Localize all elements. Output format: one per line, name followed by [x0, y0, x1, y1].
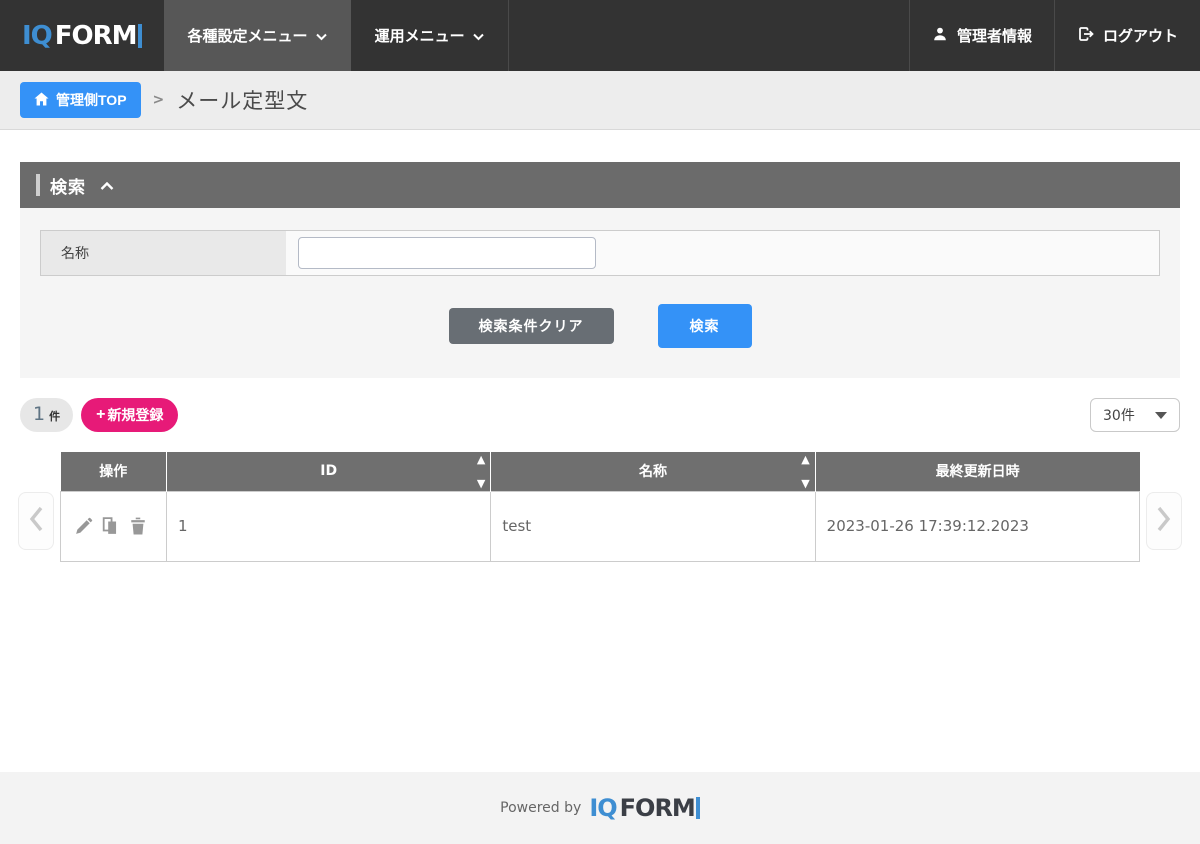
nav-spacer — [509, 0, 909, 71]
breadcrumb-separator: > — [153, 92, 165, 108]
clear-search-button[interactable]: 検索条件クリア — [449, 308, 614, 344]
footer-logo-iq: IQ — [589, 794, 616, 822]
table-header-row: 操作 ID ▲ ▼ 名称 ▲ ▼ — [61, 452, 1140, 491]
row-updated-cell: 2023-01-26 17:39:12.2023 — [815, 491, 1139, 561]
breadcrumb-home-label: 管理側TOP — [56, 90, 127, 110]
name-search-input[interactable] — [298, 237, 596, 269]
chevron-up-icon — [96, 176, 114, 195]
delete-icon[interactable] — [129, 517, 147, 535]
sort-arrows-name[interactable]: ▲ ▼ — [801, 454, 809, 489]
row-name-cell: test — [491, 491, 815, 561]
search-panel: 検索 名称 検索条件クリア 検索 — [20, 162, 1180, 378]
copy-icon[interactable] — [102, 517, 120, 535]
result-count-unit: 件 — [49, 408, 60, 424]
nav-menu-operation[interactable]: 運用メニュー — [351, 0, 509, 71]
breadcrumb: 管理側TOP > メール定型文 — [0, 71, 1200, 130]
sort-desc-icon: ▼ — [801, 478, 809, 489]
nav-menu-operation-label: 運用メニュー — [375, 25, 465, 46]
search-panel-body: 名称 検索条件クリア 検索 — [20, 208, 1180, 378]
caret-down-icon — [1155, 412, 1167, 419]
next-page-button[interactable] — [1146, 492, 1182, 550]
table-zone: 操作 ID ▲ ▼ 名称 ▲ ▼ — [20, 452, 1180, 562]
main-content: 検索 名称 検索条件クリア 検索 1 件 + 新規登録 — [0, 130, 1200, 562]
logout-label: ログアウト — [1103, 25, 1178, 46]
chevron-right-icon — [1157, 506, 1171, 536]
column-header-updated: 最終更新日時 — [815, 452, 1139, 491]
column-header-operations: 操作 — [61, 452, 167, 491]
column-header-name[interactable]: 名称 ▲ ▼ — [491, 452, 815, 491]
logo-accent-bar — [138, 24, 142, 48]
page-footer: Powered by IQFORM — [0, 772, 1200, 844]
column-header-name-label: 名称 — [639, 464, 667, 480]
plus-icon: + — [96, 406, 105, 424]
breadcrumb-home-button[interactable]: 管理側TOP — [20, 82, 141, 118]
edit-icon[interactable] — [75, 517, 93, 535]
page-size-value: 30件 — [1103, 405, 1135, 425]
prev-page-button[interactable] — [18, 492, 54, 550]
sort-desc-icon: ▼ — [477, 478, 485, 489]
new-record-label: 新規登録 — [107, 405, 163, 425]
sort-asc-icon: ▲ — [477, 454, 485, 465]
row-id-cell: 1 — [167, 491, 491, 561]
panel-accent-bar — [36, 174, 40, 196]
result-count-value: 1 — [33, 403, 45, 425]
admin-info-button[interactable]: 管理者情報 — [909, 0, 1054, 71]
chevron-down-icon — [473, 27, 484, 45]
records-table: 操作 ID ▲ ▼ 名称 ▲ ▼ — [60, 452, 1140, 562]
name-field-label: 名称 — [41, 231, 286, 275]
app-logo[interactable]: IQFORM — [0, 0, 164, 71]
column-header-id-label: ID — [320, 463, 337, 479]
search-buttons-row: 検索条件クリア 検索 — [40, 304, 1160, 348]
sort-asc-icon: ▲ — [801, 454, 809, 465]
top-navbar: IQFORM 各種設定メニュー 運用メニュー 管理者情報 ログアウト — [0, 0, 1200, 71]
admin-info-label: 管理者情報 — [957, 25, 1032, 46]
logout-button[interactable]: ログアウト — [1054, 0, 1200, 71]
column-header-id[interactable]: ID ▲ ▼ — [167, 452, 491, 491]
user-icon — [932, 26, 948, 46]
logo-iq-text: IQ — [22, 21, 52, 51]
logout-icon — [1077, 26, 1094, 46]
nav-menu-settings-label: 各種設定メニュー — [188, 25, 308, 46]
search-panel-header[interactable]: 検索 — [20, 162, 1180, 208]
search-panel-title: 検索 — [50, 173, 86, 198]
table-row: 1 test 2023-01-26 17:39:12.2023 — [61, 491, 1140, 561]
page-title: メール定型文 — [176, 85, 308, 115]
row-operations-cell — [61, 491, 167, 561]
home-icon — [34, 92, 49, 109]
chevron-left-icon — [29, 506, 43, 536]
name-field-cell — [286, 231, 1159, 275]
sort-arrows-id[interactable]: ▲ ▼ — [477, 454, 485, 489]
new-record-button[interactable]: + 新規登録 — [81, 398, 178, 432]
logo-form-text: FORM — [55, 21, 137, 51]
footer-logo-accent-bar — [696, 797, 700, 819]
list-toolbar: 1 件 + 新規登録 30件 — [20, 398, 1180, 432]
footer-logo-form: FORM — [620, 794, 695, 822]
powered-by-text: Powered by — [500, 800, 581, 816]
search-button[interactable]: 検索 — [658, 304, 752, 348]
footer-logo: IQFORM — [589, 794, 700, 822]
chevron-down-icon — [316, 27, 327, 45]
page-size-select[interactable]: 30件 — [1090, 398, 1180, 432]
nav-menu-settings[interactable]: 各種設定メニュー — [164, 0, 351, 71]
result-count-badge: 1 件 — [20, 398, 73, 432]
search-form-row: 名称 — [40, 230, 1160, 276]
